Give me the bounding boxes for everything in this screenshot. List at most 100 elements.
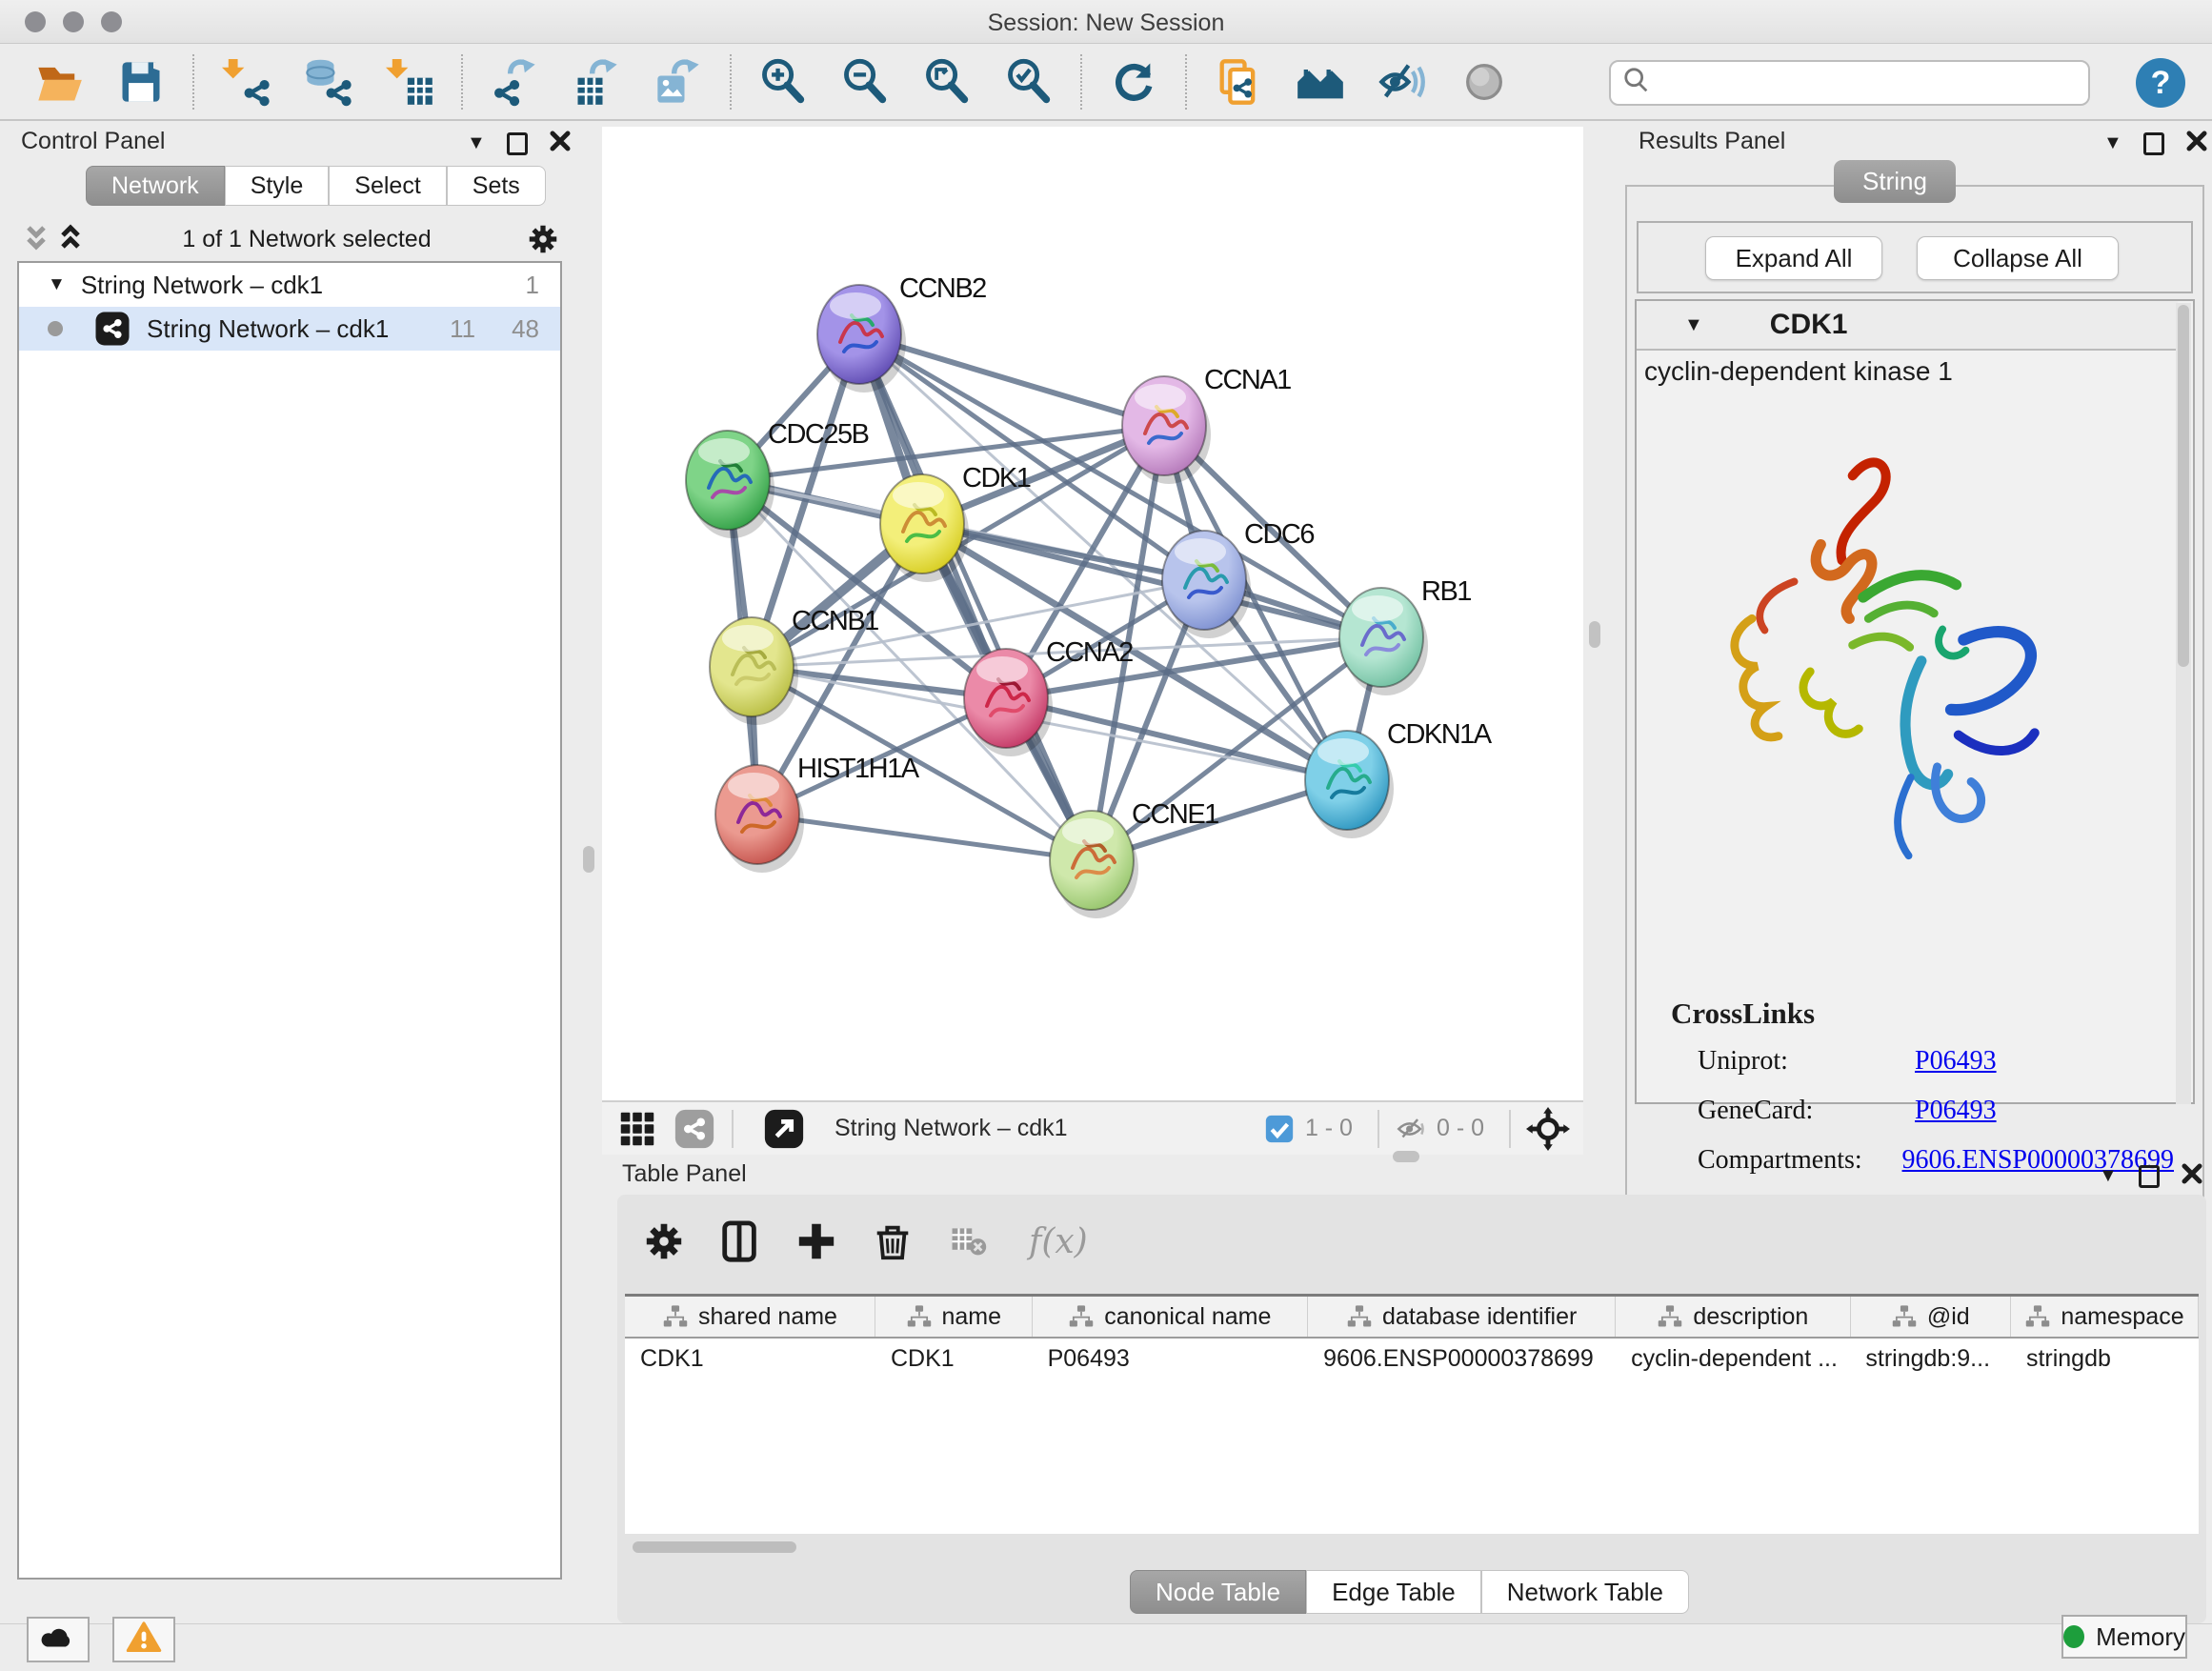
left-splitter-handle[interactable]	[583, 846, 594, 873]
horizontal-splitter-handle[interactable]	[1393, 1151, 1419, 1162]
zoom-selected-button[interactable]	[1002, 55, 1056, 109]
refresh-view-button[interactable]	[1107, 55, 1160, 109]
node-label-CCNB1: CCNB1	[792, 606, 878, 637]
import-network-database-button[interactable]	[301, 55, 354, 109]
tab-sets[interactable]: Sets	[447, 166, 546, 206]
panel-menu-icon[interactable]: ▼	[2099, 1165, 2118, 1187]
import-table-file-button[interactable]	[383, 55, 436, 109]
cloud-services-button[interactable]	[27, 1617, 90, 1662]
cell-name[interactable]: CDK1	[875, 1339, 1033, 1380]
export-image-button[interactable]	[652, 55, 705, 109]
cell-canonical-name[interactable]: P06493	[1033, 1339, 1309, 1380]
close-panel-icon[interactable]	[2181, 1162, 2203, 1190]
status-bar: Memory	[0, 1623, 2212, 1671]
warnings-button[interactable]	[112, 1617, 175, 1662]
column-header-namespace[interactable]: namespace	[2011, 1297, 2199, 1337]
zoom-fit-button[interactable]	[920, 55, 974, 109]
import-network-file-button[interactable]	[219, 55, 272, 109]
cell-shared-name[interactable]: CDK1	[625, 1339, 875, 1380]
column-header-canonical-name[interactable]: canonical name	[1033, 1297, 1309, 1337]
export-network-button[interactable]	[488, 55, 541, 109]
protein-structure-image	[1694, 415, 2075, 954]
tab-node-table[interactable]: Node Table	[1130, 1570, 1306, 1614]
table-panel-title: Table Panel	[622, 1160, 747, 1188]
show-network-home-button[interactable]	[1294, 55, 1347, 109]
cdk1-section-header[interactable]: ▼ CDK1	[1637, 301, 2178, 351]
show-columns-icon[interactable]	[718, 1219, 762, 1263]
cell-database-identifier[interactable]: 9606.ENSP00000378699	[1308, 1339, 1616, 1380]
tab-network[interactable]: Network	[86, 166, 225, 206]
network-canvas[interactable]: CCNB2CCNA1CDC25BCDK1CDC6RB1CCNB1CCNA2CDK…	[602, 127, 1583, 1100]
clone-network-button[interactable]	[1212, 55, 1265, 109]
node-RB1[interactable]	[1339, 588, 1428, 695]
close-panel-icon[interactable]	[549, 130, 572, 157]
node-CCNE1[interactable]	[1050, 811, 1138, 918]
open-session-button[interactable]	[32, 55, 86, 109]
expand-collection-icon[interactable]: ▼	[48, 274, 66, 295]
control-panel: Control Panel ▼ NetworkStyleSelectSets 1…	[10, 126, 570, 1581]
show-hidden-icon	[1459, 57, 1509, 107]
search-box[interactable]	[1609, 60, 2090, 106]
node-HIST1H1A[interactable]	[715, 765, 804, 873]
view-grid-icon[interactable]	[615, 1107, 659, 1151]
cell-description[interactable]: cyclin-dependent ...	[1616, 1339, 1850, 1380]
column-header-name[interactable]: name	[875, 1297, 1033, 1337]
panel-menu-icon[interactable]: ▼	[2103, 132, 2122, 154]
tab-network-table[interactable]: Network Table	[1481, 1570, 1689, 1614]
string-view-icon[interactable]	[673, 1107, 716, 1151]
expand-all-icon[interactable]	[53, 222, 88, 256]
cell-@id[interactable]: stringdb:9...	[1850, 1339, 2011, 1380]
tab-edge-table[interactable]: Edge Table	[1306, 1570, 1481, 1614]
selected-checkbox-icon[interactable]	[1263, 1113, 1296, 1145]
help-button[interactable]: ?	[2136, 58, 2185, 108]
edge-count: 48	[512, 314, 539, 344]
node-label-CCNE1: CCNE1	[1132, 799, 1218, 831]
panel-menu-icon[interactable]: ▼	[467, 132, 486, 154]
node-CDK1[interactable]	[880, 474, 969, 582]
results-scrollbar[interactable]	[2176, 303, 2191, 1104]
crosslink-link[interactable]: P06493	[1915, 1046, 1997, 1077]
search-input[interactable]	[1659, 70, 2077, 96]
save-session-button[interactable]	[114, 55, 168, 109]
tab-select[interactable]: Select	[329, 166, 446, 206]
close-panel-icon[interactable]	[2185, 130, 2208, 157]
zoom-out-button[interactable]	[838, 55, 892, 109]
zoom-in-button[interactable]	[756, 55, 810, 109]
node-CCNA1[interactable]	[1122, 376, 1211, 484]
table-row[interactable]: CDK1CDK1P064939606.ENSP00000378699cyclin…	[625, 1339, 2199, 1380]
float-panel-icon[interactable]	[2143, 132, 2164, 155]
fit-content-icon[interactable]	[1526, 1107, 1570, 1151]
node-label-CCNA2: CCNA2	[1046, 637, 1133, 669]
float-panel-icon[interactable]	[507, 132, 528, 155]
export-table-button[interactable]	[570, 55, 623, 109]
network-graph[interactable]	[602, 127, 1583, 1100]
network-collection-row[interactable]: ▼ String Network – cdk1 1	[19, 263, 560, 307]
column-header-@id[interactable]: @id	[1851, 1297, 2011, 1337]
tab-string[interactable]: String	[1834, 160, 1956, 203]
table-options-gear-icon[interactable]	[642, 1219, 686, 1263]
network-options-gear-icon[interactable]	[526, 222, 560, 256]
tab-style[interactable]: Style	[225, 166, 330, 206]
crosslink-link[interactable]: P06493	[1915, 1096, 1997, 1126]
birdseye-view-icon[interactable]	[762, 1107, 806, 1151]
expand-all-button[interactable]: Expand All	[1705, 236, 1882, 280]
add-column-icon[interactable]	[794, 1219, 838, 1263]
show-hidden-button[interactable]	[1458, 55, 1511, 109]
network-row-selected[interactable]: String Network – cdk1 11 48	[19, 307, 560, 351]
node-CDKN1A[interactable]	[1305, 731, 1394, 838]
column-header-shared-name[interactable]: shared name	[625, 1297, 875, 1337]
cell-namespace[interactable]: stringdb	[2011, 1339, 2199, 1380]
column-header-description[interactable]: description	[1616, 1297, 1850, 1337]
right-splitter-handle[interactable]	[1589, 621, 1600, 648]
table-horizontal-scrollbar[interactable]	[625, 1540, 2199, 1555]
float-panel-icon[interactable]	[2139, 1165, 2160, 1188]
collapse-all-button[interactable]: Collapse All	[1917, 236, 2119, 280]
delete-column-icon[interactable]	[871, 1219, 915, 1263]
collapse-section-icon[interactable]: ▼	[1684, 314, 1703, 336]
hide-selected-button[interactable]	[1376, 55, 1429, 109]
column-header-database-identifier[interactable]: database identifier	[1308, 1297, 1616, 1337]
collapse-all-icon[interactable]	[19, 222, 53, 256]
memory-button[interactable]: Memory	[2061, 1615, 2187, 1659]
node-CCNB2[interactable]	[817, 285, 906, 393]
crosslinks-heading: CrossLinks	[1671, 997, 1815, 1031]
